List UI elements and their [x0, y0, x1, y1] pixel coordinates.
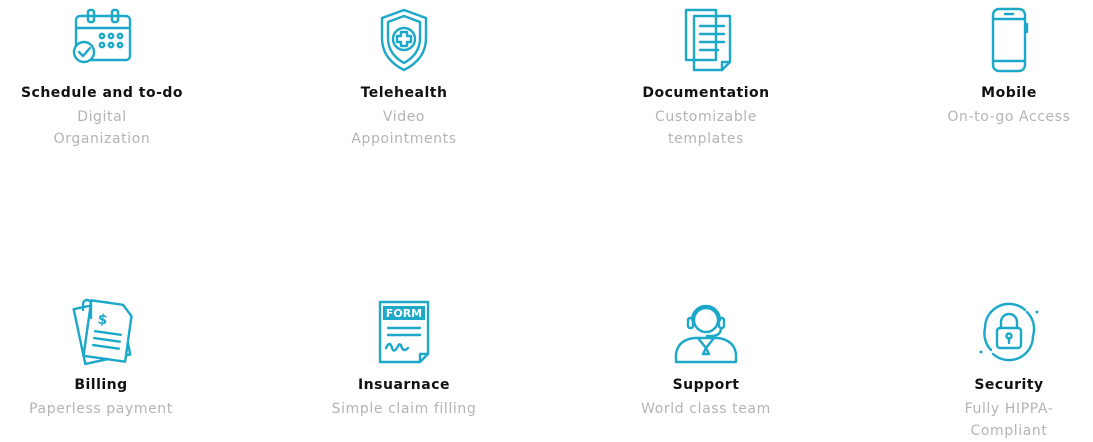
documents-icon [668, 8, 744, 72]
feature-description: Digital Organization [53, 109, 151, 147]
feature-description: Customizable templates [654, 109, 758, 147]
feature-support: Support World class team [612, 300, 800, 420]
feature-title: Telehealth [360, 85, 448, 101]
feature-billing: $ Billing Paperless payment [6, 298, 196, 420]
svg-text:FORM: FORM [386, 307, 422, 320]
feature-security: Security Fully HIPPA-Compliant [938, 300, 1080, 442]
headset-agent-icon [668, 300, 744, 364]
feature-schedule: Schedule and to-do Digital Organization [12, 8, 192, 150]
feature-description: Fully HIPPA-Compliant [964, 401, 1054, 439]
feature-description: Video Appointments [351, 109, 457, 147]
lock-icon [971, 300, 1047, 364]
calendar-check-icon [64, 8, 140, 72]
feature-insurance: FORM Insuarnace Simple claim filling [308, 300, 500, 420]
feature-description: World class team [641, 401, 771, 417]
feature-telehealth: Telehealth Video Appointments [310, 8, 498, 150]
medical-shield-icon [366, 8, 442, 72]
feature-title: Support [672, 377, 740, 393]
smartphone-icon [971, 7, 1047, 73]
feature-title: Billing [74, 377, 128, 393]
feature-title: Documentation [642, 85, 770, 101]
feature-description: On-to-go Access [947, 109, 1071, 125]
feature-description: Simple claim filling [331, 401, 477, 417]
feature-mobile: Mobile On-to-go Access [925, 7, 1093, 128]
feature-title: Schedule and to-do [20, 85, 184, 101]
form-icon: FORM [366, 300, 442, 364]
invoice-icon: $ [63, 298, 139, 366]
feature-title: Insuarnace [357, 377, 451, 393]
feature-documentation: Documentation Customizable templates [608, 8, 804, 150]
feature-title: Mobile [981, 85, 1037, 101]
feature-description: Paperless payment [29, 401, 173, 417]
feature-title: Security [974, 377, 1044, 393]
